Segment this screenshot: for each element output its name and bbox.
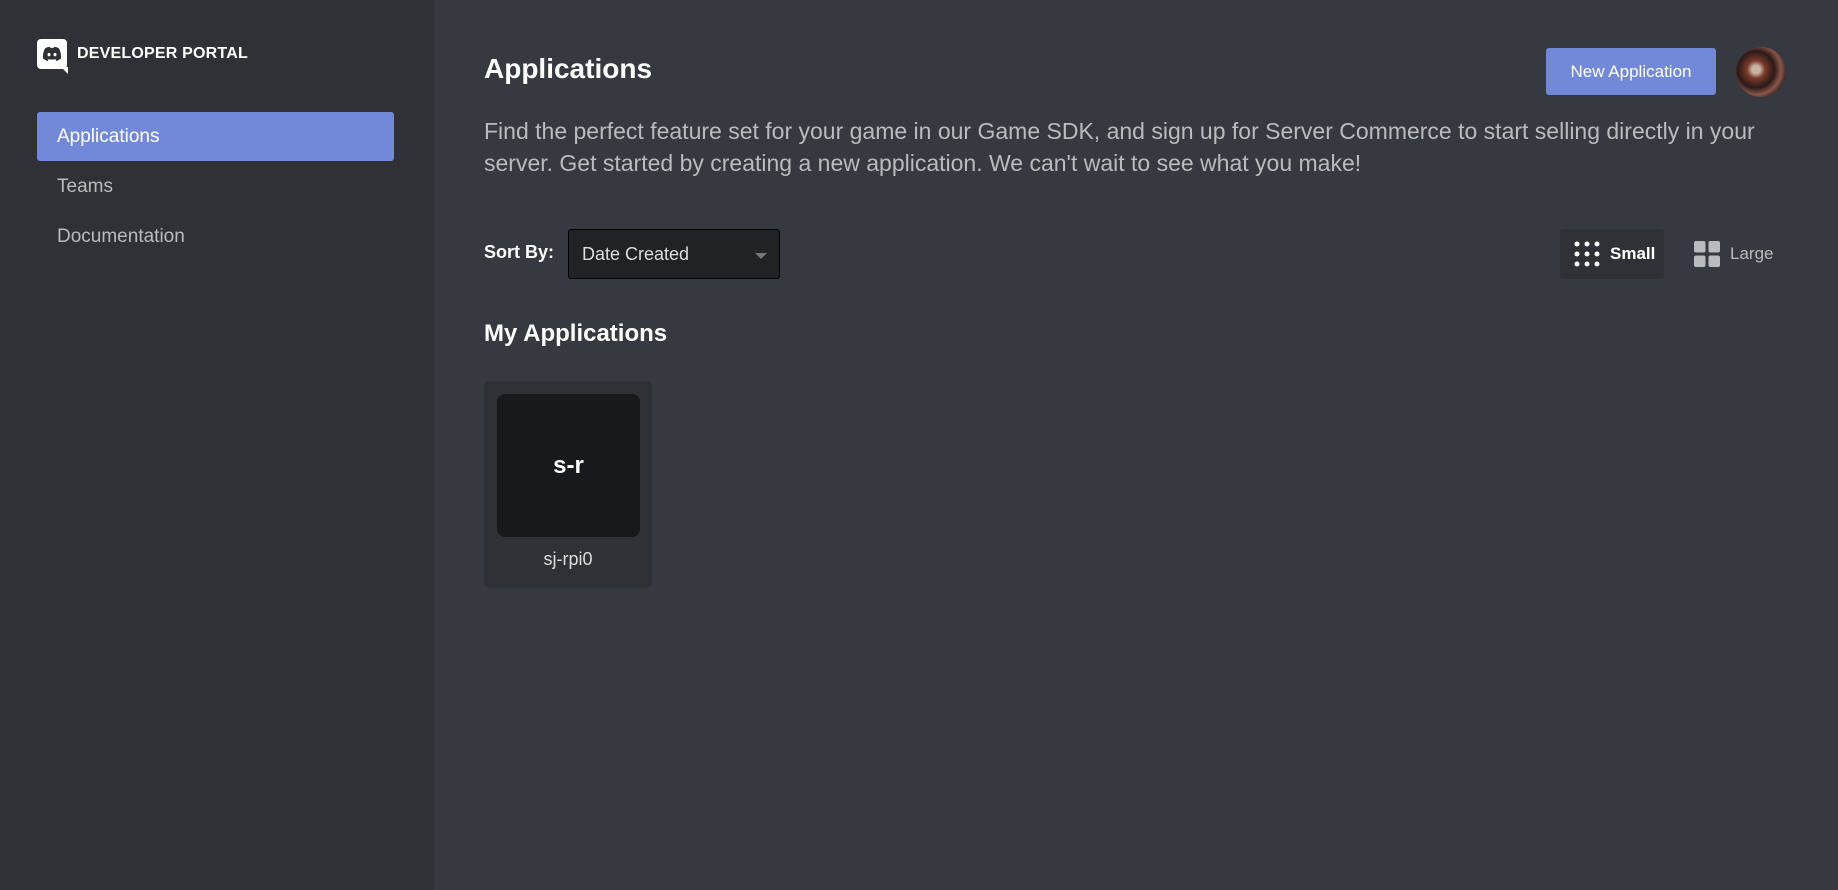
sort-label: Sort By: [484,242,555,262]
view-small-label: Small [1610,244,1656,263]
brand-title: DEVELOPER PORTAL [77,45,248,62]
view-small-toggle[interactable]: Small [1560,229,1664,279]
sidebar-item-documentation[interactable]: Documentation [37,212,394,261]
sort-dropdown[interactable]: Date Created [568,229,780,279]
application-icon: s-r [497,394,640,537]
my-applications-heading: My Applications [484,320,668,347]
user-avatar[interactable] [1736,47,1786,97]
sidebar-item-teams[interactable]: Teams [37,162,394,211]
brand[interactable]: DEVELOPER PORTAL [37,37,434,74]
developer-portal-app: DEVELOPER PORTAL Applications Teams Docu… [0,0,1838,890]
application-name: sj-rpi0 [543,549,593,569]
sidebar-item-applications[interactable]: Applications [37,112,394,161]
view-large-toggle[interactable]: Large [1680,229,1780,279]
sidebar: DEVELOPER PORTAL Applications Teams Docu… [0,0,434,890]
sidebar-nav: Applications Teams Documentation [37,112,434,261]
new-application-button[interactable]: New Application [1546,48,1716,95]
large-grid-icon [1694,241,1720,267]
page-title: Applications [484,53,653,84]
dots-grid-icon [1574,241,1600,267]
application-card[interactable]: s-r sj-rpi0 [484,381,652,588]
page-description: Find the perfect feature set for your ga… [484,118,1755,176]
chevron-down-icon [755,253,767,259]
sort-selected-value: Date Created [582,243,690,264]
view-large-label: Large [1730,244,1774,263]
main-content: Applications New Application Find the pe… [434,0,1838,890]
discord-logo-icon [37,39,68,74]
